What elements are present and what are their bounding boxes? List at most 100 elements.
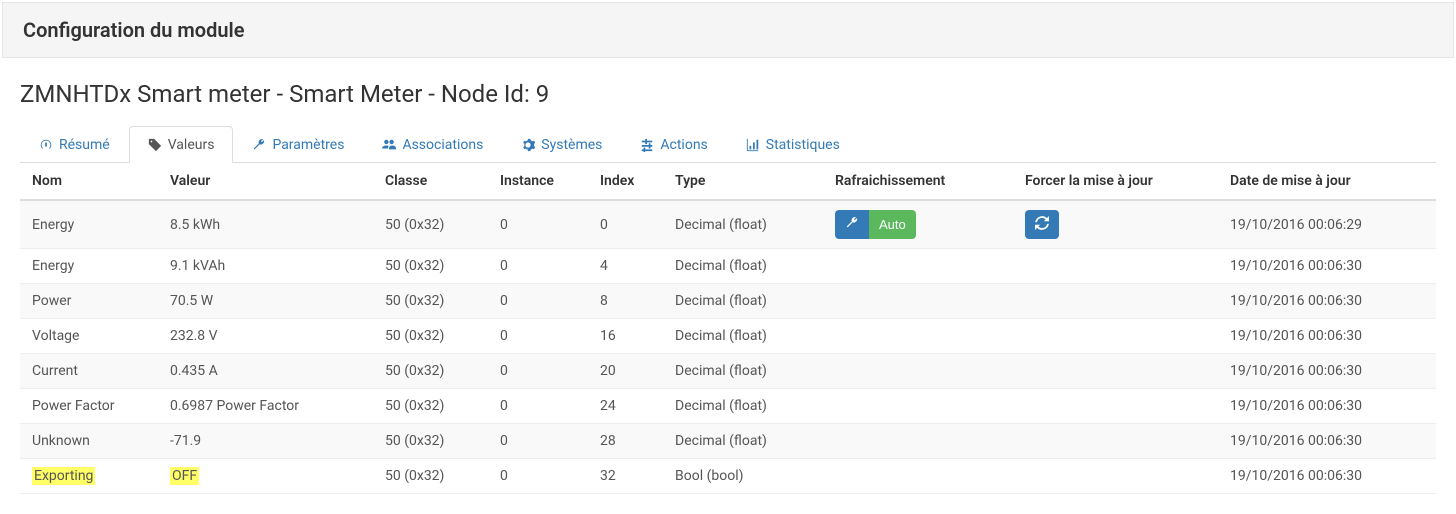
table-row: Unknown-71.950 (0x32)028Decimal (float)1… <box>20 424 1436 459</box>
cell-valeur: 0.6987 Power Factor <box>160 389 375 424</box>
refresh-auto-button[interactable]: Auto <box>869 210 916 239</box>
table-row: Power Factor0.6987 Power Factor50 (0x32)… <box>20 389 1436 424</box>
cell-index: 20 <box>590 354 665 389</box>
cell-date: 19/10/2016 00:06:30 <box>1220 249 1436 284</box>
tab-actions[interactable]: Actions <box>621 126 726 163</box>
table-row: Current0.435 A50 (0x32)020Decimal (float… <box>20 354 1436 389</box>
cell-rafraichissement <box>825 354 1015 389</box>
dashboard-icon <box>39 138 53 152</box>
cell-index: 4 <box>590 249 665 284</box>
cell-date: 19/10/2016 00:06:30 <box>1220 389 1436 424</box>
col-forcer: Forcer la mise à jour <box>1015 163 1220 200</box>
force-update-button[interactable] <box>1025 210 1059 239</box>
cell-instance: 0 <box>490 200 590 249</box>
col-nom: Nom <box>20 163 160 200</box>
cell-rafraichissement <box>825 284 1015 319</box>
cell-instance: 0 <box>490 319 590 354</box>
cell-classe: 50 (0x32) <box>375 249 490 284</box>
tab-label: Systèmes <box>541 137 602 153</box>
cell-index: 32 <box>590 459 665 494</box>
cell-instance: 0 <box>490 389 590 424</box>
cell-type: Decimal (float) <box>665 424 825 459</box>
values-table: Nom Valeur Classe Instance Index Type Ra… <box>20 163 1436 494</box>
cell-valeur: 8.5 kWh <box>160 200 375 249</box>
tab-resume[interactable]: Résumé <box>20 126 129 163</box>
cell-instance: 0 <box>490 459 590 494</box>
cell-valeur: 0.435 A <box>160 354 375 389</box>
cell-type: Decimal (float) <box>665 249 825 284</box>
page-title: ZMNHTDx Smart meter - Smart Meter - Node… <box>20 80 1436 108</box>
cell-nom: Power <box>20 284 160 319</box>
cell-classe: 50 (0x32) <box>375 319 490 354</box>
table-header-row: Nom Valeur Classe Instance Index Type Ra… <box>20 163 1436 200</box>
cell-rafraichissement <box>825 424 1015 459</box>
cell-nom: Voltage <box>20 319 160 354</box>
cell-instance: 0 <box>490 354 590 389</box>
refresh-config-button[interactable] <box>835 210 869 239</box>
cell-forcer <box>1015 319 1220 354</box>
cell-type: Decimal (float) <box>665 319 825 354</box>
col-valeur: Valeur <box>160 163 375 200</box>
tab-systemes[interactable]: Systèmes <box>502 126 621 163</box>
cell-date: 19/10/2016 00:06:30 <box>1220 319 1436 354</box>
table-row: Voltage232.8 V50 (0x32)016Decimal (float… <box>20 319 1436 354</box>
tab-label: Paramètres <box>272 137 344 153</box>
refresh-icon <box>1035 216 1049 233</box>
tab-label: Associations <box>402 137 483 153</box>
cell-index: 16 <box>590 319 665 354</box>
cell-valeur: OFF <box>160 459 375 494</box>
cell-classe: 50 (0x32) <box>375 354 490 389</box>
cell-date: 19/10/2016 00:06:30 <box>1220 354 1436 389</box>
sliders-icon <box>640 138 654 152</box>
tab-parametres[interactable]: Paramètres <box>233 126 363 163</box>
cell-instance: 0 <box>490 424 590 459</box>
cell-valeur: 70.5 W <box>160 284 375 319</box>
cogs-icon <box>521 138 535 152</box>
cell-date: 19/10/2016 00:06:30 <box>1220 284 1436 319</box>
wrench-icon <box>252 138 266 152</box>
table-row: Energy8.5 kWh50 (0x32)00Decimal (float)A… <box>20 200 1436 249</box>
cell-classe: 50 (0x32) <box>375 200 490 249</box>
cell-forcer <box>1015 200 1220 249</box>
table-row: Power70.5 W50 (0x32)08Decimal (float)19/… <box>20 284 1436 319</box>
tab-associations[interactable]: Associations <box>363 126 502 163</box>
cell-forcer <box>1015 459 1220 494</box>
tab-statistiques[interactable]: Statistiques <box>727 126 859 163</box>
bar-chart-icon <box>746 138 760 152</box>
cell-index: 28 <box>590 424 665 459</box>
tab-valeurs[interactable]: Valeurs <box>129 126 234 163</box>
cell-type: Decimal (float) <box>665 354 825 389</box>
tab-label: Valeurs <box>168 137 215 153</box>
cell-nom: Energy <box>20 200 160 249</box>
cell-date: 19/10/2016 00:06:30 <box>1220 459 1436 494</box>
table-row: Energy9.1 kVAh50 (0x32)04Decimal (float)… <box>20 249 1436 284</box>
module-header: Configuration du module <box>2 2 1454 58</box>
cell-type: Decimal (float) <box>665 200 825 249</box>
cell-rafraichissement <box>825 459 1015 494</box>
cell-valeur: 232.8 V <box>160 319 375 354</box>
tags-icon <box>148 138 162 152</box>
cell-nom: Exporting <box>20 459 160 494</box>
cell-index: 0 <box>590 200 665 249</box>
cell-rafraichissement <box>825 249 1015 284</box>
module-title: Configuration du module <box>23 18 1433 42</box>
cell-index: 24 <box>590 389 665 424</box>
users-icon <box>382 138 396 152</box>
cell-type: Decimal (float) <box>665 284 825 319</box>
cell-nom: Current <box>20 354 160 389</box>
content-area: ZMNHTDx Smart meter - Smart Meter - Node… <box>0 60 1456 514</box>
tab-label: Actions <box>660 137 707 153</box>
cell-classe: 50 (0x32) <box>375 459 490 494</box>
cell-instance: 0 <box>490 284 590 319</box>
cell-date: 19/10/2016 00:06:30 <box>1220 424 1436 459</box>
cell-classe: 50 (0x32) <box>375 284 490 319</box>
cell-rafraichissement: Auto <box>825 200 1015 249</box>
wrench-icon <box>845 216 859 233</box>
cell-valeur: -71.9 <box>160 424 375 459</box>
cell-date: 19/10/2016 00:06:29 <box>1220 200 1436 249</box>
col-date: Date de mise à jour <box>1220 163 1436 200</box>
cell-nom: Power Factor <box>20 389 160 424</box>
cell-nom: Energy <box>20 249 160 284</box>
cell-valeur: 9.1 kVAh <box>160 249 375 284</box>
cell-nom: Unknown <box>20 424 160 459</box>
